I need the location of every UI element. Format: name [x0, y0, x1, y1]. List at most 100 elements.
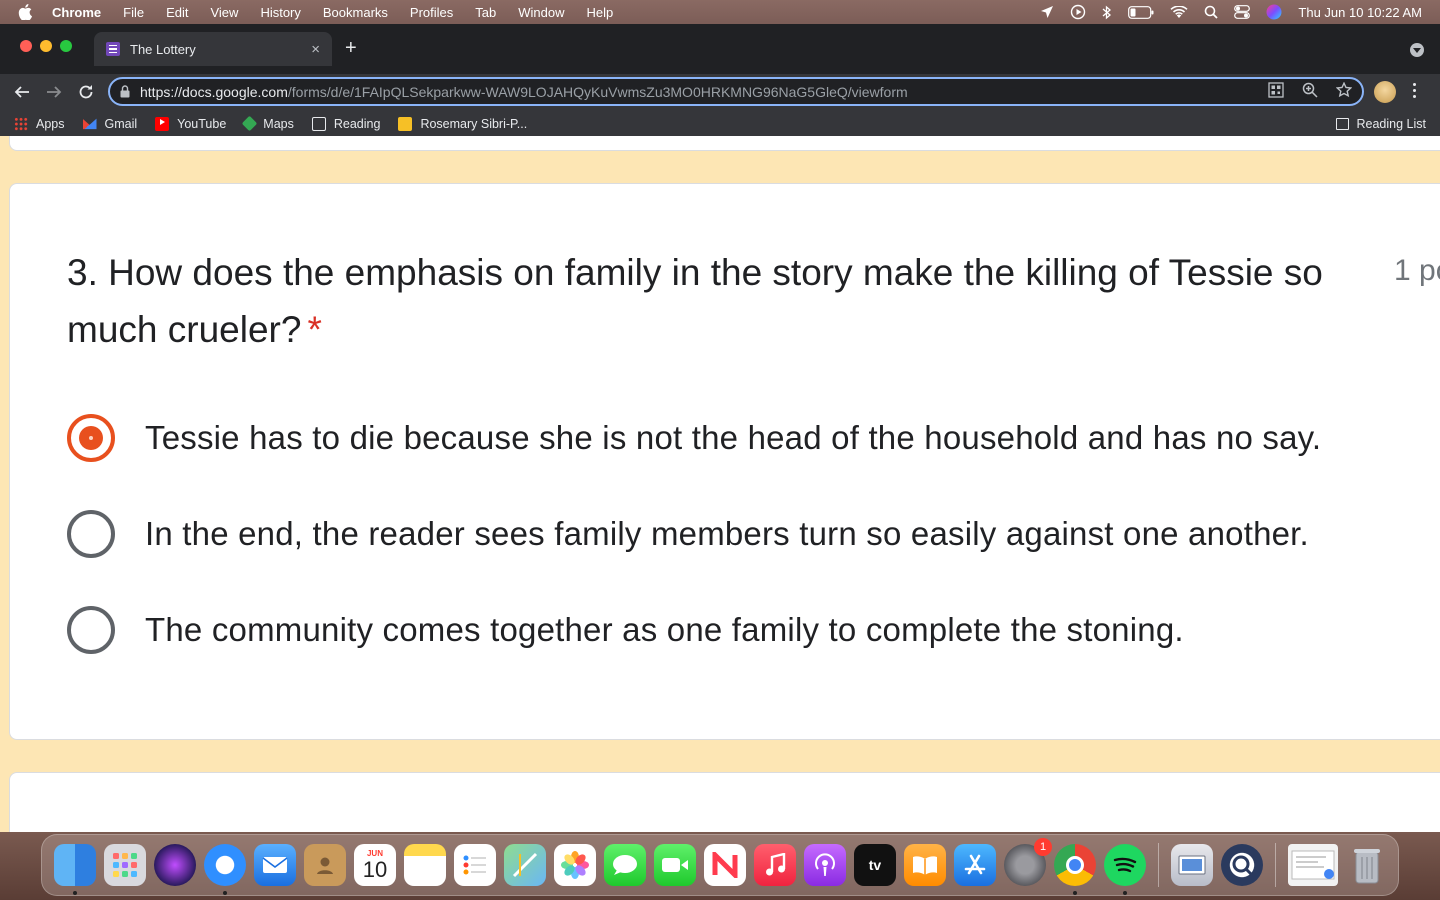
menu-help[interactable]: Help	[587, 5, 614, 20]
play-icon[interactable]	[1070, 4, 1086, 20]
minimize-window-button[interactable]	[40, 40, 52, 52]
preview-icon[interactable]	[1171, 844, 1213, 886]
back-arrow-icon[interactable]	[10, 80, 34, 104]
tv-label: tv	[868, 857, 882, 873]
bookmark-maps[interactable]: Maps	[242, 115, 294, 132]
question-text: 3. How does the emphasis on family in th…	[67, 252, 1323, 350]
dock-separator	[1158, 843, 1159, 887]
profile-avatar[interactable]	[1374, 81, 1396, 103]
chrome-icon[interactable]	[1054, 844, 1096, 895]
zoom-icon[interactable]	[1302, 82, 1318, 101]
question-title: 3. How does the emphasis on family in th…	[67, 244, 1357, 358]
menu-file[interactable]: File	[123, 5, 144, 20]
menu-edit[interactable]: Edit	[166, 5, 188, 20]
bookmark-reading[interactable]: Reading	[311, 116, 380, 131]
bookmark-apps[interactable]: Apps	[14, 116, 65, 131]
facetime-icon[interactable]	[654, 844, 696, 886]
radio-button-selected[interactable]	[67, 414, 115, 462]
bookmark-youtube[interactable]: YouTube	[155, 116, 226, 131]
url-host: https://docs.google.com	[140, 83, 288, 100]
bookmark-label: Rosemary Sibri-P...	[420, 116, 528, 131]
calendar-icon[interactable]: JUN 10	[354, 844, 396, 886]
finder-icon[interactable]	[54, 844, 96, 895]
menu-bookmarks[interactable]: Bookmarks	[323, 5, 388, 20]
tab-close-icon[interactable]: ×	[311, 41, 320, 58]
bluetooth-icon[interactable]	[1102, 5, 1112, 20]
menu-window[interactable]: Window	[518, 5, 564, 20]
window-controls	[20, 40, 72, 52]
menu-tab[interactable]: Tab	[475, 5, 496, 20]
news-icon[interactable]	[704, 844, 746, 886]
dock-separator	[1275, 843, 1276, 887]
gmail-icon	[82, 118, 97, 130]
bookmark-gmail[interactable]: Gmail	[82, 117, 137, 131]
answer-option-1[interactable]: Tessie has to die because she is not the…	[67, 414, 1321, 462]
mail-icon[interactable]	[254, 844, 296, 886]
url-text[interactable]: https://docs.google.com/forms/d/e/1FAIpQ…	[140, 84, 1268, 100]
notification-badge: 1	[1034, 838, 1052, 856]
siri-icon[interactable]	[1266, 4, 1282, 20]
launchpad-icon[interactable]	[104, 844, 146, 886]
apple-menu-icon[interactable]	[18, 4, 32, 20]
macos-menubar: Chrome File Edit View History Bookmarks …	[0, 0, 1440, 24]
battery-icon[interactable]	[1128, 5, 1154, 19]
tab-title: The Lottery	[130, 41, 196, 57]
option-label[interactable]: The community comes together as one fami…	[145, 611, 1184, 649]
maps-app-icon[interactable]	[504, 844, 546, 886]
siri-app-icon[interactable]	[154, 844, 196, 886]
bookmark-icon	[398, 116, 413, 131]
folder-icon	[311, 116, 326, 131]
menu-profiles[interactable]: Profiles	[410, 5, 453, 20]
reading-list-icon	[1335, 117, 1349, 130]
location-icon[interactable]	[1040, 5, 1054, 19]
trash-icon[interactable]	[1346, 844, 1388, 886]
tab-search-icon[interactable]	[1410, 43, 1424, 57]
address-bar[interactable]: https://docs.google.com/forms/d/e/1FAIpQ…	[108, 77, 1364, 106]
answer-option-3[interactable]: The community comes together as one fami…	[67, 606, 1184, 654]
reading-list-button[interactable]: Reading List	[1335, 116, 1427, 131]
forward-arrow-icon[interactable]	[42, 80, 66, 104]
qr-code-icon[interactable]	[1268, 82, 1284, 101]
control-center-icon[interactable]	[1234, 5, 1251, 19]
safari-icon[interactable]	[204, 844, 246, 895]
wifi-icon[interactable]	[1170, 5, 1188, 19]
url-path: /forms/d/e/1FAIpQLSekparkww-WAW9LOJAHQyK…	[287, 83, 908, 100]
contacts-icon[interactable]	[304, 844, 346, 886]
bookmark-star-icon[interactable]	[1335, 81, 1353, 101]
maps-icon	[242, 115, 258, 132]
tab-the-lottery[interactable]: The Lottery ×	[94, 32, 332, 66]
system-preferences-icon[interactable]: 1	[1004, 838, 1052, 886]
spotify-icon[interactable]	[1104, 844, 1146, 895]
radio-button[interactable]	[67, 510, 115, 558]
podcasts-icon[interactable]	[804, 844, 846, 886]
reminders-icon[interactable]	[454, 844, 496, 886]
close-window-button[interactable]	[20, 40, 32, 52]
radio-button[interactable]	[67, 606, 115, 654]
answer-option-2[interactable]: In the end, the reader sees family membe…	[67, 510, 1309, 558]
chrome-menu-icon[interactable]	[1413, 83, 1416, 98]
bookmark-rosemary[interactable]: Rosemary Sibri-P...	[398, 116, 528, 131]
messages-icon[interactable]	[604, 844, 646, 886]
spotlight-icon[interactable]	[1204, 5, 1219, 19]
option-label[interactable]: In the end, the reader sees family membe…	[145, 515, 1309, 553]
menubar-clock[interactable]: Thu Jun 10 10:22 AM	[1298, 5, 1422, 20]
option-label[interactable]: Tessie has to die because she is not the…	[145, 419, 1321, 457]
menu-app-chrome[interactable]: Chrome	[52, 5, 101, 20]
minimized-window-icon[interactable]	[1288, 844, 1338, 886]
notes-icon[interactable]	[404, 844, 446, 886]
books-icon[interactable]	[904, 844, 946, 886]
reading-list-label: Reading List	[1356, 116, 1427, 131]
app-store-icon[interactable]	[954, 844, 996, 886]
apple-tv-icon[interactable]: tv	[854, 844, 896, 886]
lock-icon[interactable]	[120, 85, 130, 98]
new-tab-button[interactable]: +	[345, 38, 357, 58]
maximize-window-button[interactable]	[60, 40, 72, 52]
browser-toolbar: https://docs.google.com/forms/d/e/1FAIpQ…	[0, 74, 1440, 110]
menu-view[interactable]: View	[210, 5, 238, 20]
photos-icon[interactable]	[554, 844, 596, 886]
reload-icon[interactable]	[74, 80, 98, 104]
music-icon[interactable]	[754, 844, 796, 886]
quicktime-icon[interactable]	[1221, 844, 1263, 886]
menu-history[interactable]: History	[260, 5, 300, 20]
apps-icon	[14, 116, 28, 131]
